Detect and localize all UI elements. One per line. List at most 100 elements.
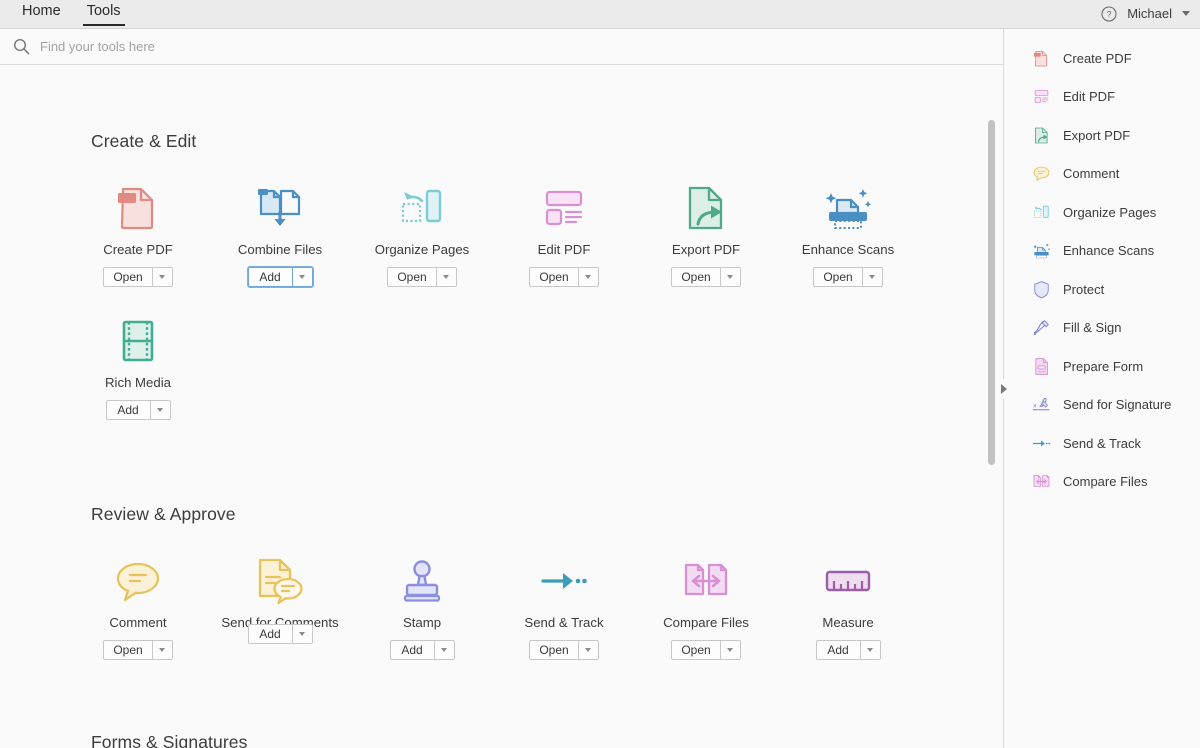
sidebar-item-create-pdf[interactable]: Create PDF bbox=[1004, 39, 1200, 78]
tool-card-create-pdf[interactable]: Create PDF Open bbox=[67, 180, 209, 287]
tool-action-button[interactable]: Add bbox=[247, 267, 292, 287]
tools-search-bar bbox=[0, 29, 1003, 65]
scrollbar-track[interactable] bbox=[985, 102, 997, 748]
tool-card-enhance-scans[interactable]: Enhance Scans Open bbox=[777, 180, 919, 287]
search-icon bbox=[13, 38, 30, 55]
tool-action-button[interactable]: Open bbox=[103, 640, 152, 660]
vertical-scrollbar[interactable] bbox=[985, 102, 997, 748]
tool-card-send-for-comments[interactable]: Send for Comments Add bbox=[209, 553, 351, 660]
sidebar-item-prepare-form[interactable]: Prepare Form bbox=[1004, 347, 1200, 386]
sidebar-item-protect[interactable]: Protect bbox=[1004, 270, 1200, 309]
tool-card-measure[interactable]: Measure Add bbox=[777, 553, 919, 660]
help-circle-icon[interactable]: ? bbox=[1101, 5, 1117, 22]
tool-card-comment[interactable]: Comment Open bbox=[67, 553, 209, 660]
tool-card-combine-files[interactable]: Combine Files Add bbox=[209, 180, 351, 288]
tool-action-button[interactable]: Add bbox=[247, 624, 292, 644]
chevron-down-icon[interactable] bbox=[861, 267, 883, 287]
comment-icon[interactable] bbox=[110, 553, 166, 609]
user-name-label[interactable]: Michael bbox=[1127, 6, 1172, 21]
sidebar-item-enhance-scans[interactable]: Enhance Scans bbox=[1004, 232, 1200, 271]
tool-action-button[interactable]: Open bbox=[813, 267, 862, 287]
tool-action-button[interactable]: Open bbox=[671, 267, 720, 287]
tool-card-organize-pages[interactable]: Organize Pages Open bbox=[351, 180, 493, 287]
sidebar-item-fill-sign[interactable]: Fill & Sign bbox=[1004, 309, 1200, 348]
tab-home[interactable]: Home bbox=[9, 0, 74, 28]
sidebar-item-send-track[interactable]: Send & Track bbox=[1004, 424, 1200, 463]
combine-files-icon[interactable] bbox=[252, 180, 308, 236]
tool-split-button[interactable]: Open bbox=[529, 267, 599, 287]
measure-icon[interactable] bbox=[820, 553, 876, 609]
tool-action-button[interactable]: Add bbox=[389, 640, 434, 660]
organize-pages-icon[interactable] bbox=[394, 180, 450, 236]
create-pdf-icon[interactable] bbox=[110, 180, 166, 236]
tool-split-button[interactable]: Open bbox=[103, 640, 173, 660]
tool-action-button[interactable]: Add bbox=[815, 640, 860, 660]
sidebar-item-compare-files[interactable]: Compare Files bbox=[1004, 463, 1200, 502]
tool-card-export-pdf[interactable]: Export PDF Open bbox=[635, 180, 777, 287]
rich-media-icon[interactable] bbox=[110, 313, 166, 369]
sidebar-item-comment[interactable]: Comment bbox=[1004, 155, 1200, 194]
tool-action-row: Open bbox=[529, 267, 599, 287]
main-content-column: Create & Edit Create PDF Open Combine Files… bbox=[0, 29, 1003, 748]
send-for-comments-icon[interactable] bbox=[252, 553, 308, 609]
tool-label: Export PDF bbox=[671, 242, 741, 257]
chevron-down-icon[interactable] bbox=[719, 640, 741, 660]
tool-card-edit-pdf[interactable]: Edit PDF Open bbox=[493, 180, 635, 287]
chevron-down-icon[interactable] bbox=[433, 640, 455, 660]
tool-split-button[interactable]: Open bbox=[671, 267, 741, 287]
chevron-down-icon[interactable] bbox=[577, 640, 599, 660]
compare-files-icon[interactable] bbox=[678, 553, 734, 609]
stamp-icon[interactable] bbox=[394, 553, 450, 609]
tool-split-button[interactable]: Open bbox=[103, 267, 173, 287]
tool-split-button[interactable]: Open bbox=[671, 640, 741, 660]
collapse-panel-arrow-icon[interactable] bbox=[999, 379, 1008, 399]
tool-split-button[interactable]: Open bbox=[387, 267, 457, 287]
sidebar-item-send-for-signature[interactable]: x Send for Signature bbox=[1004, 386, 1200, 425]
svg-text:x: x bbox=[1033, 403, 1037, 410]
sidebar-item-export-pdf[interactable]: Export PDF bbox=[1004, 116, 1200, 155]
tool-card-rich-media[interactable]: Rich Media Add bbox=[67, 313, 209, 420]
tool-label: Combine Files bbox=[237, 242, 323, 257]
tool-card-stamp[interactable]: Stamp Add bbox=[351, 553, 493, 660]
export-pdf-icon[interactable] bbox=[678, 180, 734, 236]
tool-label: Organize Pages bbox=[374, 242, 470, 257]
chevron-down-icon[interactable] bbox=[149, 400, 171, 420]
chevron-down-icon[interactable] bbox=[435, 267, 457, 287]
tool-action-button[interactable]: Open bbox=[387, 267, 436, 287]
prepare-form-icon bbox=[1030, 355, 1052, 377]
tool-split-button[interactable]: Add bbox=[247, 624, 313, 644]
chevron-down-icon[interactable] bbox=[1182, 11, 1190, 16]
scrollbar-thumb[interactable] bbox=[987, 120, 995, 465]
tool-split-button[interactable]: Add bbox=[105, 400, 171, 420]
enhance-scans-icon[interactable] bbox=[820, 180, 876, 236]
tool-action-button[interactable]: Open bbox=[529, 267, 578, 287]
chevron-down-icon[interactable] bbox=[859, 640, 881, 660]
sidebar-item-organize-pages[interactable]: Organize Pages bbox=[1004, 193, 1200, 232]
tab-tools[interactable]: Tools bbox=[74, 0, 134, 28]
tool-action-button[interactable]: Add bbox=[105, 400, 150, 420]
tool-label: Create PDF bbox=[103, 242, 173, 257]
chevron-down-icon[interactable] bbox=[151, 640, 173, 660]
tool-split-button[interactable]: Add bbox=[246, 266, 314, 288]
tool-split-button[interactable]: Open bbox=[529, 640, 599, 660]
svg-text:?: ? bbox=[1107, 9, 1112, 19]
chevron-down-icon[interactable] bbox=[719, 267, 741, 287]
tool-split-button[interactable]: Add bbox=[815, 640, 881, 660]
chevron-down-icon[interactable] bbox=[151, 267, 173, 287]
tool-action-button[interactable]: Open bbox=[529, 640, 578, 660]
tool-card-compare-files[interactable]: Compare Files Open bbox=[635, 553, 777, 660]
tool-card-send-track[interactable]: Send & Track Open bbox=[493, 553, 635, 660]
tool-action-button[interactable]: Open bbox=[671, 640, 720, 660]
sidebar-item-edit-pdf[interactable]: Edit PDF bbox=[1004, 78, 1200, 117]
send-and-track-icon[interactable] bbox=[536, 553, 592, 609]
edit-pdf-icon[interactable] bbox=[536, 180, 592, 236]
chevron-down-icon[interactable] bbox=[577, 267, 599, 287]
tool-split-button[interactable]: Add bbox=[389, 640, 455, 660]
tool-label: Compare Files bbox=[663, 615, 749, 630]
tool-split-button[interactable]: Open bbox=[813, 267, 883, 287]
tool-action-row: Add bbox=[389, 640, 455, 660]
chevron-down-icon[interactable] bbox=[291, 267, 313, 287]
search-input[interactable] bbox=[40, 39, 460, 54]
chevron-down-icon[interactable] bbox=[291, 624, 313, 644]
tool-action-button[interactable]: Open bbox=[103, 267, 152, 287]
